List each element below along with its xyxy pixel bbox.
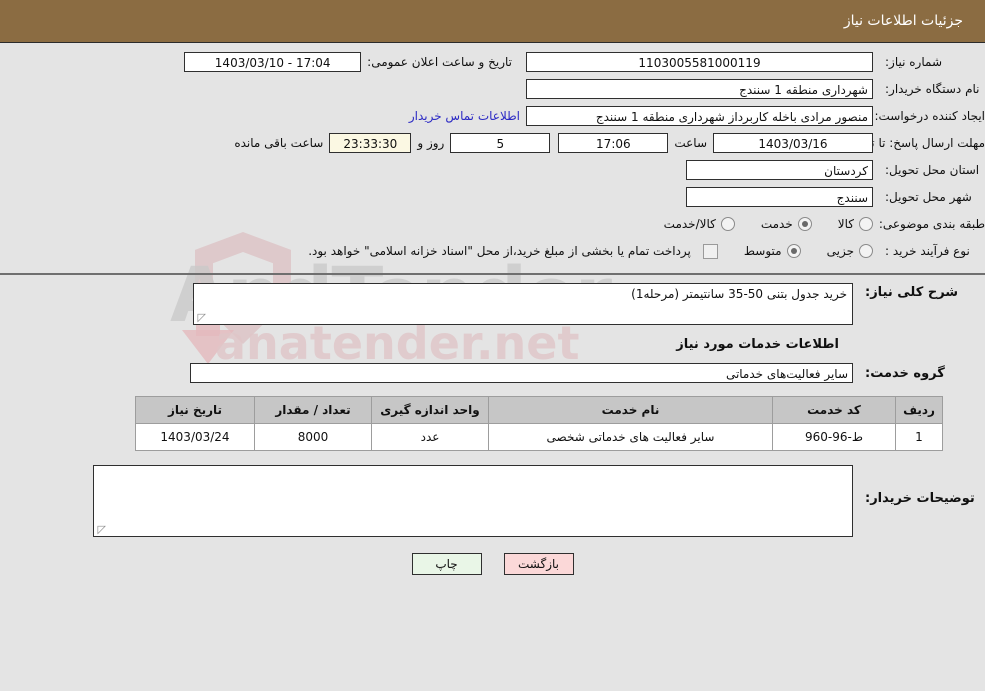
need-description-label: شرح کلی نیاز: bbox=[865, 285, 959, 300]
buyer-org-field[interactable]: شهرداری منطقه 1 سنندج bbox=[526, 79, 873, 99]
process-label: نوع فرآیند خرید : bbox=[885, 244, 970, 258]
announce-datetime-field[interactable]: 17:04 - 1403/03/10 bbox=[184, 52, 362, 72]
services-table-body: 1 ط-96-960 سایر فعالیت های خدماتی شخصی ع… bbox=[135, 423, 943, 451]
remaining-days-field[interactable]: 5 bbox=[450, 133, 551, 153]
buyer-org-label: نام دستگاه خریدار: bbox=[885, 82, 980, 96]
process-option-jozei[interactable]: جزیی bbox=[827, 244, 873, 258]
buyer-contact-link[interactable]: اطلاعات تماس خریدار bbox=[403, 109, 526, 123]
category-option-kala-khedmat[interactable]: کالا/خدمت bbox=[664, 217, 735, 231]
footer-actions: بازگشت چاپ bbox=[0, 553, 985, 575]
row-category: طبقه بندی موضوعی: کالا خدمت کالا/خدمت bbox=[0, 213, 985, 235]
checkbox-icon[interactable] bbox=[702, 243, 718, 259]
col-header-need-date: تاریخ نیاز bbox=[135, 396, 255, 424]
col-header-service-name: نام خدمت bbox=[488, 396, 773, 424]
city-label: شهر محل تحویل: bbox=[885, 190, 972, 204]
cell-unit: عدد bbox=[371, 423, 489, 451]
row-process: نوع فرآیند خرید : جزیی متوسط پرداخت تمام… bbox=[0, 240, 985, 262]
row-buyer-notes: توضیحات خریدار: ◸ bbox=[0, 465, 985, 537]
treasury-bond-note: پرداخت تمام یا بخشی از مبلغ خرید،از محل … bbox=[308, 244, 691, 258]
deadline-hour-label: ساعت bbox=[674, 136, 707, 150]
radio-icon-selected[interactable] bbox=[786, 244, 801, 258]
category-option-kala[interactable]: کالا bbox=[838, 217, 873, 231]
treasury-bond-checkbox-item[interactable]: پرداخت تمام یا بخشی از مبلغ خرید،از محل … bbox=[302, 243, 718, 259]
services-table-wrapper: ردیف کد خدمت نام خدمت واحد اندازه گیری ت… bbox=[0, 396, 985, 451]
row-service-group: گروه خدمت: سایر فعالیت‌های خدماتی bbox=[0, 362, 985, 384]
row-need-description: شرح کلی نیاز: خرید جدول بتنی 50-35 سانتی… bbox=[0, 283, 985, 325]
buyer-notes-textarea[interactable]: ◸ bbox=[93, 465, 853, 537]
countdown-field: 23:33:30 bbox=[329, 133, 412, 153]
category-option-khedmat[interactable]: خدمت bbox=[761, 217, 812, 231]
top-info-panel: شماره نیاز: 1103005581000119 تاریخ و ساع… bbox=[0, 43, 985, 275]
creator-field[interactable]: منصور مرادی باخله کاربرداز شهرداری منطقه… bbox=[526, 106, 873, 126]
resize-grip-icon[interactable]: ◸ bbox=[196, 312, 206, 323]
radio-icon[interactable] bbox=[859, 244, 873, 258]
row-deadline: مهلت ارسال پاسخ: تا تاریخ: 1403/03/16 سا… bbox=[0, 132, 985, 154]
announce-label: تاریخ و ساعت اعلان عمومی: bbox=[367, 55, 512, 69]
services-table-head: ردیف کد خدمت نام خدمت واحد اندازه گیری ت… bbox=[135, 396, 943, 424]
row-city: شهر محل تحویل: سنندج bbox=[0, 186, 985, 208]
radio-icon-selected[interactable] bbox=[797, 217, 812, 231]
category-radio-group: کالا خدمت کالا/خدمت bbox=[638, 217, 873, 231]
row-province: استان محل تحویل: کردستان bbox=[0, 159, 985, 181]
window-titlebar: جزئیات اطلاعات نیاز bbox=[0, 0, 985, 43]
table-header-row: ردیف کد خدمت نام خدمت واحد اندازه گیری ت… bbox=[135, 396, 943, 424]
service-group-field[interactable]: سایر فعالیت‌های خدماتی bbox=[190, 363, 853, 383]
process-option-label: متوسط bbox=[743, 244, 782, 258]
cell-radif: 1 bbox=[895, 423, 943, 451]
row-creator: ایجاد کننده درخواست: منصور مرادی باخله ک… bbox=[0, 105, 985, 127]
service-group-label: گروه خدمت: bbox=[865, 365, 945, 381]
countdown-suffix: ساعت باقی مانده bbox=[234, 136, 324, 150]
remaining-days-suffix: روز و bbox=[417, 136, 445, 150]
table-row: 1 ط-96-960 سایر فعالیت های خدماتی شخصی ع… bbox=[135, 423, 943, 451]
category-option-label: خدمت bbox=[760, 217, 793, 231]
page-root: جزئیات اطلاعات نیاز شماره نیاز: 11030055… bbox=[0, 0, 985, 575]
province-label: استان محل تحویل: bbox=[885, 163, 980, 177]
col-header-unit: واحد اندازه گیری bbox=[371, 396, 489, 424]
resize-grip-icon[interactable]: ◸ bbox=[96, 524, 106, 535]
process-option-label: جزیی bbox=[826, 244, 854, 258]
page-title: جزئیات اطلاعات نیاز bbox=[843, 13, 963, 29]
col-header-service-code: کد خدمت bbox=[772, 396, 896, 424]
province-field[interactable]: کردستان bbox=[686, 160, 873, 180]
need-number-field[interactable]: 1103005581000119 bbox=[526, 52, 873, 72]
city-field[interactable]: سنندج bbox=[686, 187, 873, 207]
row-buyer-org: نام دستگاه خریدار: شهرداری منطقه 1 سنندج bbox=[0, 78, 985, 100]
deadline-label: مهلت ارسال پاسخ: تا تاریخ: bbox=[846, 136, 985, 150]
cell-service-code: ط-96-960 bbox=[772, 423, 896, 451]
buyer-notes-label: توضیحات خریدار: bbox=[865, 491, 975, 506]
category-option-label: کالا bbox=[837, 217, 854, 231]
radio-icon[interactable] bbox=[859, 217, 873, 231]
services-table: ردیف کد خدمت نام خدمت واحد اندازه گیری ت… bbox=[135, 396, 943, 451]
services-section-title: اطلاعات خدمات مورد نیاز bbox=[676, 337, 839, 352]
process-radio-group: جزیی متوسط bbox=[718, 244, 873, 258]
deadline-hour-field[interactable]: 17:06 bbox=[558, 133, 669, 153]
deadline-date-field[interactable]: 1403/03/16 bbox=[713, 133, 873, 153]
col-header-quantity: تعداد / مقدار bbox=[254, 396, 372, 424]
process-option-motevaset[interactable]: متوسط bbox=[744, 244, 801, 258]
need-description-textarea[interactable]: خرید جدول بتنی 50-35 سانتیمتر (مرحله1) ◸ bbox=[193, 283, 853, 325]
details-panel: شرح کلی نیاز: خرید جدول بتنی 50-35 سانتی… bbox=[0, 275, 985, 575]
row-need-number: شماره نیاز: 1103005581000119 تاریخ و ساع… bbox=[0, 51, 985, 73]
creator-label: ایجاد کننده درخواست: bbox=[874, 109, 985, 123]
cell-quantity: 8000 bbox=[254, 423, 372, 451]
need-number-label: شماره نیاز: bbox=[885, 55, 942, 69]
col-header-radif: ردیف bbox=[895, 396, 943, 424]
back-button[interactable]: بازگشت bbox=[503, 553, 574, 575]
cell-service-name: سایر فعالیت های خدماتی شخصی bbox=[488, 423, 773, 451]
radio-icon[interactable] bbox=[720, 217, 735, 231]
category-label: طبقه بندی موضوعی: bbox=[878, 217, 985, 231]
need-description-value: خرید جدول بتنی 50-35 سانتیمتر (مرحله1) bbox=[631, 287, 847, 301]
print-button[interactable]: چاپ bbox=[411, 553, 482, 575]
category-option-label: کالا/خدمت bbox=[663, 217, 716, 231]
cell-need-date: 1403/03/24 bbox=[135, 423, 255, 451]
